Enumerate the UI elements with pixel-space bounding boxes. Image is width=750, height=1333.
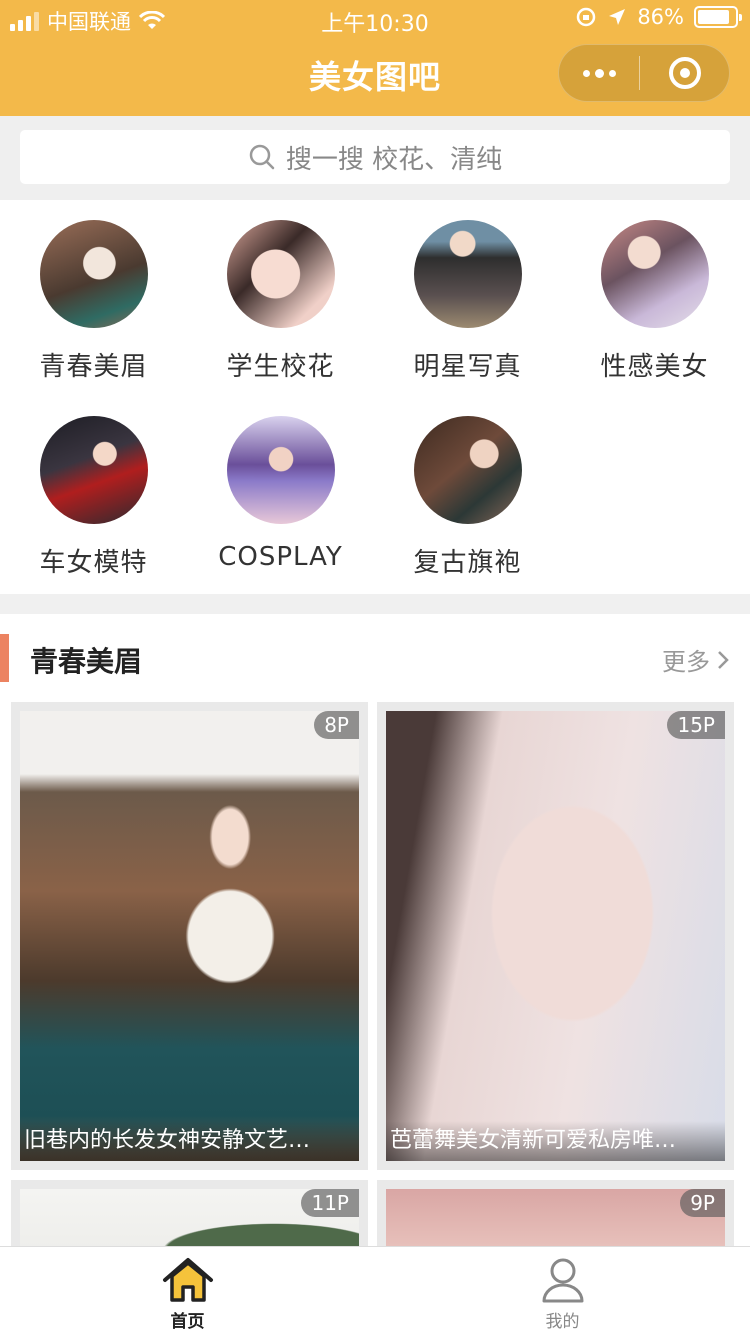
category-grid: 青春美眉 学生校花 明星写真 性感美女 车女模特 COSPLAY 复古旗袍 [0, 200, 750, 594]
category-item[interactable]: 复古旗袍 [374, 416, 561, 579]
home-icon [162, 1258, 213, 1302]
search-area: 搜一搜 校花、清纯 [0, 116, 750, 200]
album-card[interactable]: 11P [11, 1180, 368, 1246]
category-label: 明星写真 [413, 352, 522, 382]
album-grid: 8P 旧巷内的长发女神安静文艺… 15P 芭蕾舞美女清新可爱私房唯… 11P 9… [0, 702, 750, 1246]
more-options-button[interactable] [559, 45, 639, 101]
category-avatar [39, 416, 148, 524]
battery-percent: 86% [637, 5, 684, 29]
tab-home-icon-wrap [0, 1255, 375, 1305]
photo-count-badge: 11P [301, 1189, 359, 1217]
more-label: 更多 [662, 648, 710, 676]
category-avatar [39, 220, 148, 328]
status-bar: 中国联通 上午10:30 86% [0, 0, 750, 40]
location-icon [609, 9, 626, 25]
album-cover: 15P 芭蕾舞美女清新可爱私房唯… [386, 711, 725, 1161]
battery-fill [698, 10, 729, 24]
album-caption: 芭蕾舞美女清新可爱私房唯… [386, 1121, 725, 1161]
category-label: 学生校花 [226, 352, 335, 382]
category-label: 性感美女 [600, 352, 709, 382]
close-mini-program-button[interactable] [640, 57, 729, 89]
album-caption: 旧巷内的长发女神安静文艺… [20, 1121, 359, 1161]
tab-mine-label: 我的 [545, 1312, 580, 1332]
category-avatar [226, 416, 335, 524]
album-cover: 9P [386, 1189, 725, 1246]
tab-home-label: 首页 [170, 1312, 205, 1332]
battery-icon [694, 6, 742, 28]
category-item[interactable]: 车女模特 [0, 416, 187, 579]
tab-bar: 首页 我的 [0, 1246, 750, 1333]
tab-mine[interactable]: 我的 [375, 1255, 750, 1332]
photo-count-badge: 8P [314, 711, 359, 739]
section-accent-bar [0, 634, 9, 682]
category-avatar [413, 416, 522, 524]
mini-program-capsule [558, 44, 730, 102]
top-bar: 中国联通 上午10:30 86% 美女图吧 [0, 0, 750, 116]
search-placeholder: 搜一搜 校花、清纯 [285, 144, 503, 175]
category-avatar [600, 220, 709, 328]
search-input[interactable]: 搜一搜 校花、清纯 [20, 130, 730, 184]
category-label: COSPLAY [218, 542, 343, 572]
dot-icon [594, 68, 604, 78]
category-item[interactable]: 明星写真 [374, 220, 561, 383]
more-link[interactable]: 更多 [662, 642, 730, 677]
photo-count-badge: 15P [667, 711, 725, 739]
target-icon [668, 57, 701, 89]
album-cover: 11P [20, 1189, 359, 1246]
album-card[interactable]: 15P 芭蕾舞美女清新可爱私房唯… [377, 702, 734, 1170]
category-label: 青春美眉 [39, 352, 148, 382]
category-avatar [226, 220, 335, 328]
album-card[interactable]: 8P 旧巷内的长发女神安静文艺… [11, 702, 368, 1170]
tab-mine-icon-wrap [375, 1255, 750, 1305]
album-card[interactable]: 9P [377, 1180, 734, 1246]
category-avatar [413, 220, 522, 328]
category-item[interactable]: 学生校花 [187, 220, 374, 383]
search-icon [249, 144, 275, 170]
tab-home[interactable]: 首页 [0, 1255, 375, 1332]
category-item[interactable]: COSPLAY [187, 416, 374, 572]
chevron-right-icon [718, 650, 729, 669]
photo-count-badge: 9P [680, 1189, 725, 1217]
dot-icon [608, 69, 616, 77]
rotation-lock-icon [577, 7, 596, 27]
status-right: 86% [575, 5, 742, 29]
album-cover: 8P 旧巷内的长发女神安静文艺… [20, 711, 359, 1161]
category-item[interactable]: 青春美眉 [0, 220, 187, 383]
category-label: 复古旗袍 [413, 548, 522, 578]
dot-icon [582, 69, 590, 77]
section-title: 青春美眉 [30, 645, 143, 678]
category-label: 车女模特 [39, 548, 148, 578]
category-item[interactable]: 性感美女 [561, 220, 748, 383]
user-icon [542, 1258, 583, 1303]
section-header: 青春美眉 更多 [0, 614, 750, 702]
